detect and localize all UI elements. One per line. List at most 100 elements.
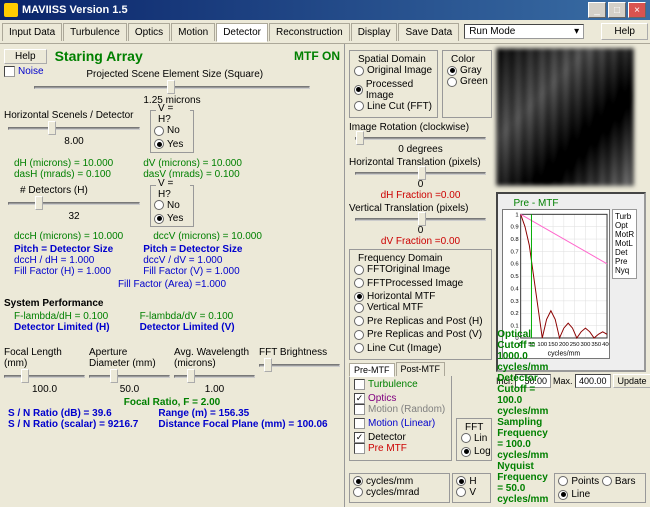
legend-motl: MotL — [615, 239, 634, 248]
tab-display[interactable]: Display — [351, 23, 398, 41]
svg-text:0.5: 0.5 — [511, 274, 520, 280]
tab-input-data[interactable]: Input Data — [2, 23, 62, 41]
h-scenels-value: 8.00 — [4, 136, 144, 147]
freq-o2[interactable]: FFTProcessed Image — [354, 278, 463, 289]
aperture-slider[interactable] — [89, 375, 170, 378]
tab-turbulence[interactable]: Turbulence — [63, 23, 127, 41]
vh-no-2[interactable]: No — [154, 200, 180, 211]
detlim-h: Detector Limited (H) — [14, 322, 110, 333]
dv-value: dV (microns) = 10.000 — [143, 158, 242, 169]
projected-label: Projected Scene Element Size (Square) — [86, 69, 263, 80]
vh-yes-2[interactable]: Yes — [154, 213, 183, 224]
focal-label: Focal Length (mm) — [4, 347, 85, 369]
ht-value: 0 — [349, 179, 492, 190]
vh-group-2: V = H? No Yes — [150, 185, 194, 228]
legend-motr: MotR — [615, 230, 634, 239]
run-mode-select[interactable]: Run Mode ▾ — [464, 24, 584, 39]
plot-line[interactable]: Line — [558, 489, 590, 500]
wavelength-value: 1.00 — [174, 384, 255, 395]
close-button[interactable]: × — [628, 2, 646, 18]
freq-o4[interactable]: Vertical MTF — [354, 302, 423, 313]
noise-checkbox-box[interactable] — [4, 66, 15, 77]
hv-group: H V — [452, 473, 491, 504]
tab-detector[interactable]: Detector — [216, 23, 268, 42]
dh-value: dH (microns) = 10.000 — [14, 158, 113, 169]
main-content: Help Staring Array MTF ON Noise Projecte… — [0, 44, 650, 507]
wavelength-slider[interactable] — [174, 375, 255, 378]
color-green[interactable]: Green — [447, 76, 488, 87]
help-button[interactable]: Help — [4, 49, 47, 64]
vh-no-1[interactable]: No — [154, 125, 180, 136]
mtf-status: MTF ON — [294, 49, 340, 63]
ndetectors-slider[interactable] — [8, 202, 140, 205]
tab-bar: Input Data Turbulence Optics Motion Dete… — [0, 20, 650, 44]
ff-area: Fill Factor (Area) =1.000 — [4, 279, 340, 290]
dfp-value: Distance Focal Plane (mm) = 100.06 — [158, 419, 327, 430]
svg-text:0.6: 0.6 — [511, 262, 520, 268]
tab-reconstruction[interactable]: Reconstruction — [269, 23, 350, 41]
wavelength-label: Avg. Wavelength (microns) — [174, 347, 255, 369]
axis-v[interactable]: V — [456, 487, 476, 498]
h-scenels-label: Horizontal Scenels / Detector — [4, 110, 144, 121]
maximize-button[interactable]: □ — [608, 2, 626, 18]
svg-text:1: 1 — [515, 212, 518, 218]
svg-text:0.2: 0.2 — [511, 311, 519, 317]
svg-text:0.8: 0.8 — [511, 237, 520, 243]
tab-save-data[interactable]: Save Data — [398, 23, 459, 41]
app-icon — [4, 3, 18, 17]
focal-slider[interactable] — [4, 375, 85, 378]
ndetectors-label: # Detectors (H) — [20, 185, 144, 196]
spatial-title: Spatial Domain — [356, 54, 428, 65]
h-scenels-slider[interactable] — [8, 127, 140, 130]
flambda-h: F-lambda/dH = 0.100 — [14, 311, 110, 322]
fft-brightness-slider[interactable] — [259, 364, 340, 367]
help-button-top[interactable]: Help — [601, 23, 648, 40]
focal-value: 100.0 — [4, 384, 85, 395]
vt-slider[interactable] — [355, 218, 486, 221]
legend-turb: Turb — [615, 212, 634, 221]
spatial-linecut[interactable]: Line Cut (FFT) — [354, 101, 432, 112]
freq-title: Frequency Domain — [356, 253, 444, 264]
ndetectors-value: 32 — [4, 211, 144, 222]
spatial-original[interactable]: Original Image — [354, 65, 432, 76]
units-cpmm[interactable]: cycles/mm — [353, 476, 413, 487]
svg-text:0.4: 0.4 — [511, 286, 520, 292]
rotation-slider[interactable] — [355, 137, 486, 140]
noise-checkbox[interactable]: Noise — [4, 66, 44, 77]
svg-text:0.7: 0.7 — [511, 249, 519, 255]
units-cpmrad[interactable]: cycles/mrad — [353, 487, 419, 498]
focal-ratio: Focal Ratio, F = 2.00 — [4, 397, 340, 408]
freq-o3[interactable]: Horizontal MTF — [354, 291, 435, 302]
sn-db: S / N Ratio (dB) = 39.6 — [8, 408, 138, 419]
legend-pre: Pre — [615, 257, 634, 266]
color-gray[interactable]: Gray — [447, 65, 482, 76]
tab-motion[interactable]: Motion — [171, 23, 215, 41]
axis-h[interactable]: H — [456, 476, 476, 487]
projected-slider[interactable] — [34, 86, 310, 89]
flambda-v: F-lambda/dV = 0.100 — [140, 311, 235, 322]
tab-optics[interactable]: Optics — [128, 23, 170, 41]
units-group: cycles/mm cycles/mrad — [349, 473, 450, 504]
spatial-domain-group: Spatial Domain Original Image Processed … — [349, 50, 438, 118]
freq-o1[interactable]: FFTOriginal Image — [354, 264, 450, 275]
color-group: Color Gray Green — [442, 50, 492, 118]
array-title: Staring Array — [55, 48, 143, 64]
plot-bars[interactable]: Bars — [602, 476, 636, 487]
ff-h: Fill Factor (H) = 1.000 — [14, 266, 113, 277]
plot-style-group: Points Bars Line — [554, 473, 646, 504]
cutoff-opt: Optical Cutoff = 1000.0 cycles/mm — [497, 329, 548, 373]
minimize-button[interactable]: _ — [588, 2, 606, 18]
rotation-label: Image Rotation (clockwise) — [349, 122, 492, 133]
chart-legend: Turb Opt MotR MotL Det Pre Nyq — [612, 209, 637, 279]
rotation-value: 0 degrees — [349, 144, 492, 155]
freq-o5[interactable]: Pre Replicas and Post (H) — [354, 316, 483, 327]
titlebar: MAVIISS Version 1.5 _ □ × — [0, 0, 650, 20]
detlim-v: Detector Limited (V) — [140, 322, 235, 333]
window-title: MAVIISS Version 1.5 — [22, 4, 586, 16]
vh-yes-1[interactable]: Yes — [154, 139, 183, 150]
vh-group-1: V = H? No Yes — [150, 110, 194, 153]
spatial-processed[interactable]: Processed Image — [354, 79, 433, 101]
dv-fraction: dV Fraction =0.00 — [349, 236, 492, 247]
ht-slider[interactable] — [355, 172, 486, 175]
plot-points[interactable]: Points — [558, 476, 599, 487]
